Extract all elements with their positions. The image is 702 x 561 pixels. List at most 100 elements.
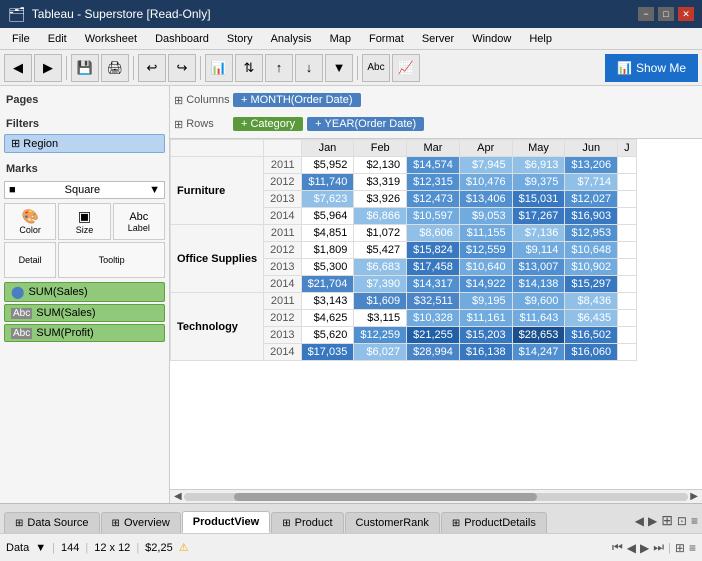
data-cell[interactable]: $8,606 bbox=[407, 225, 460, 242]
scroll-left-arrow[interactable]: ◀ bbox=[174, 491, 182, 502]
marks-tooltip-btn[interactable]: Tooltip bbox=[58, 242, 165, 278]
data-cell[interactable]: $5,952 bbox=[301, 157, 354, 174]
nav-prev[interactable]: ◀ bbox=[627, 541, 636, 555]
data-cell[interactable]: $1,609 bbox=[354, 293, 407, 310]
scroll-tabs-left[interactable]: ◀ bbox=[635, 514, 644, 528]
scroll-thumb[interactable] bbox=[234, 493, 537, 501]
data-cell[interactable]: $4,851 bbox=[301, 225, 354, 242]
data-cell[interactable]: $32,511 bbox=[407, 293, 460, 310]
forward-btn[interactable]: ▶ bbox=[34, 54, 62, 82]
marks-pill-sum-sales-abc[interactable]: Abc SUM(Sales) bbox=[4, 304, 165, 322]
data-cell[interactable]: $1,072 bbox=[354, 225, 407, 242]
data-cell[interactable]: $17,267 bbox=[512, 208, 565, 225]
data-cell[interactable]: $11,161 bbox=[459, 310, 512, 327]
data-cell[interactable]: $5,964 bbox=[301, 208, 354, 225]
menu-edit[interactable]: Edit bbox=[40, 31, 75, 47]
data-cell[interactable]: $4,625 bbox=[301, 310, 354, 327]
menu-analysis[interactable]: Analysis bbox=[263, 31, 320, 47]
year-order-date-pill[interactable]: + YEAR(Order Date) bbox=[307, 117, 424, 131]
data-cell[interactable]: $13,406 bbox=[459, 191, 512, 208]
data-cell[interactable]: $15,297 bbox=[565, 276, 618, 293]
data-cell[interactable] bbox=[618, 310, 637, 327]
data-cell[interactable] bbox=[618, 225, 637, 242]
data-cell[interactable]: $6,683 bbox=[354, 259, 407, 276]
data-cell[interactable]: $17,035 bbox=[301, 344, 354, 361]
data-cell[interactable]: $10,648 bbox=[565, 242, 618, 259]
tab-product-view[interactable]: ProductView bbox=[182, 511, 270, 533]
sort-asc-btn[interactable]: ↑ bbox=[265, 54, 293, 82]
marks-label-btn[interactable]: Abc Label bbox=[113, 203, 165, 240]
data-cell[interactable]: $9,600 bbox=[512, 293, 565, 310]
tab-data-source[interactable]: ⊞ Data Source bbox=[4, 512, 100, 533]
chart2-btn[interactable]: 📈 bbox=[392, 54, 420, 82]
menu-format[interactable]: Format bbox=[361, 31, 412, 47]
data-cell[interactable] bbox=[618, 327, 637, 344]
data-cell[interactable]: $16,138 bbox=[459, 344, 512, 361]
menu-dashboard[interactable]: Dashboard bbox=[147, 31, 217, 47]
data-cell[interactable]: $6,435 bbox=[565, 310, 618, 327]
marks-type-dropdown[interactable]: ■ Square ▼ bbox=[4, 181, 165, 199]
tab-customer-rank[interactable]: CustomerRank bbox=[345, 512, 440, 533]
grid-view-btn[interactable]: ⊞ bbox=[675, 541, 685, 555]
data-cell[interactable] bbox=[618, 174, 637, 191]
scroll-track[interactable] bbox=[184, 493, 689, 501]
data-cell[interactable]: $15,824 bbox=[407, 242, 460, 259]
data-cell[interactable] bbox=[618, 208, 637, 225]
data-cell[interactable]: $7,623 bbox=[301, 191, 354, 208]
scroll-right-arrow[interactable]: ▶ bbox=[690, 491, 698, 502]
data-cell[interactable]: $16,502 bbox=[565, 327, 618, 344]
text-btn[interactable]: Abc bbox=[362, 54, 390, 82]
data-cell[interactable] bbox=[618, 344, 637, 361]
data-cell[interactable]: $14,247 bbox=[512, 344, 565, 361]
menu-server[interactable]: Server bbox=[414, 31, 462, 47]
data-cell[interactable]: $12,473 bbox=[407, 191, 460, 208]
chart-btn[interactable]: 📊 bbox=[205, 54, 233, 82]
print-btn[interactable]: 🖨 bbox=[101, 54, 129, 82]
back-btn[interactable]: ◀ bbox=[4, 54, 32, 82]
data-cell[interactable]: $6,913 bbox=[512, 157, 565, 174]
swap-btn[interactable]: ⇅ bbox=[235, 54, 263, 82]
data-cell[interactable]: $11,155 bbox=[459, 225, 512, 242]
data-cell[interactable]: $17,458 bbox=[407, 259, 460, 276]
data-cell[interactable]: $13,206 bbox=[565, 157, 618, 174]
data-cell[interactable]: $10,476 bbox=[459, 174, 512, 191]
maximize-btn[interactable]: □ bbox=[658, 7, 674, 21]
save-btn[interactable]: 💾 bbox=[71, 54, 99, 82]
menu-window[interactable]: Window bbox=[464, 31, 519, 47]
data-cell[interactable] bbox=[618, 157, 637, 174]
minimize-btn[interactable]: − bbox=[638, 7, 654, 21]
scroll-tabs-right[interactable]: ▶ bbox=[648, 514, 657, 528]
data-cell[interactable]: $6,027 bbox=[354, 344, 407, 361]
list-view-btn[interactable]: ≡ bbox=[689, 541, 696, 555]
data-cell[interactable]: $2,130 bbox=[354, 157, 407, 174]
menu-worksheet[interactable]: Worksheet bbox=[77, 31, 145, 47]
data-cell[interactable]: $3,143 bbox=[301, 293, 354, 310]
sort-desc-btn[interactable]: ↓ bbox=[295, 54, 323, 82]
sort-icon[interactable]: ≡ bbox=[691, 514, 698, 528]
data-cell[interactable]: $1,809 bbox=[301, 242, 354, 259]
data-cell[interactable]: $7,945 bbox=[459, 157, 512, 174]
filter-region[interactable]: ⊞ Region bbox=[4, 134, 165, 153]
data-cell[interactable]: $12,953 bbox=[565, 225, 618, 242]
data-cell[interactable]: $3,319 bbox=[354, 174, 407, 191]
menu-story[interactable]: Story bbox=[219, 31, 261, 47]
data-cell[interactable]: $7,390 bbox=[354, 276, 407, 293]
data-cell[interactable]: $21,255 bbox=[407, 327, 460, 344]
data-cell[interactable]: $14,922 bbox=[459, 276, 512, 293]
data-cell[interactable]: $16,903 bbox=[565, 208, 618, 225]
data-cell[interactable]: $5,300 bbox=[301, 259, 354, 276]
data-cell[interactable]: $14,574 bbox=[407, 157, 460, 174]
data-cell[interactable]: $12,559 bbox=[459, 242, 512, 259]
marks-size-btn[interactable]: ▣ Size bbox=[58, 203, 110, 240]
data-cell[interactable]: $7,136 bbox=[512, 225, 565, 242]
data-cell[interactable]: $16,060 bbox=[565, 344, 618, 361]
tab-product[interactable]: ⊞ Product bbox=[271, 512, 343, 533]
data-cell[interactable]: $12,315 bbox=[407, 174, 460, 191]
data-cell[interactable] bbox=[618, 242, 637, 259]
tab-overview[interactable]: ⊞ Overview bbox=[101, 512, 181, 533]
data-cell[interactable]: $10,640 bbox=[459, 259, 512, 276]
nav-next[interactable]: ▶ bbox=[640, 541, 649, 555]
data-cell[interactable]: $14,317 bbox=[407, 276, 460, 293]
data-cell[interactable]: $9,195 bbox=[459, 293, 512, 310]
data-cell[interactable]: $10,328 bbox=[407, 310, 460, 327]
